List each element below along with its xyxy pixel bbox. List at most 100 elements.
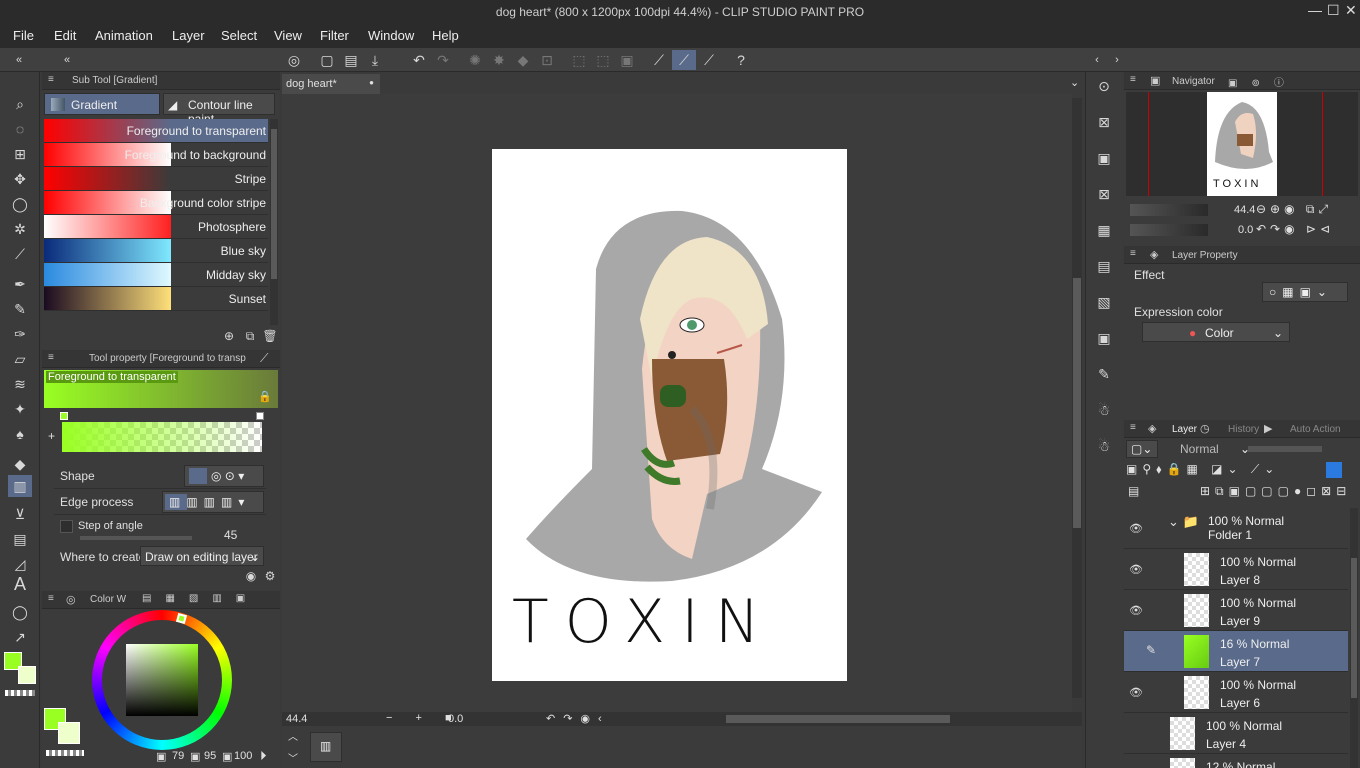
add-stop-icon[interactable]: + — [48, 429, 55, 443]
gradient-item[interactable]: Photosphere — [44, 215, 268, 239]
auto-select-icon[interactable]: ✲ — [11, 221, 29, 237]
layer-row[interactable]: 12 % Normal — [1124, 754, 1348, 768]
clear-selection-icon[interactable]: ✺ — [466, 52, 484, 68]
opacity-slider[interactable] — [1248, 446, 1322, 452]
deselect-icon[interactable]: ⬚ — [594, 52, 612, 68]
gradient-item[interactable]: Foreground to transparent — [44, 119, 268, 143]
navigator-zoom-icons[interactable]: ⊖⊕◉ ⧉⤢ — [1256, 202, 1332, 217]
navigator-preview[interactable]: TOXIN — [1126, 92, 1358, 196]
minimize-icon[interactable]: — — [1308, 2, 1322, 18]
layer-panel-menu-icon[interactable]: ▤ — [1128, 484, 1139, 498]
search-icon[interactable]: ⊙ — [1095, 78, 1113, 94]
color-transparent-swatch[interactable] — [46, 750, 84, 756]
figure-3d-icon[interactable]: ☃ — [1095, 402, 1113, 418]
gradient-editor[interactable] — [62, 422, 262, 452]
figure-tool-icon[interactable]: ⊻ — [11, 506, 29, 522]
transparent-swatch[interactable] — [5, 690, 35, 696]
brush-tool-icon[interactable]: ✑ — [11, 326, 29, 342]
close-panel-icon[interactable]: ⊠ — [1095, 186, 1113, 202]
menu-filter[interactable]: Filter — [320, 28, 349, 43]
menu-window[interactable]: Window — [368, 28, 414, 43]
folder-icon[interactable]: ⌄ 📁 — [1168, 514, 1199, 530]
gradient-item[interactable]: Blue sky — [44, 239, 268, 263]
tab-auto-action[interactable]: Auto Action — [1290, 424, 1341, 435]
blend-drop-icon[interactable]: ♠ — [11, 426, 29, 442]
layer-folder-row[interactable]: 👁 ⌄ 📁 100 % Normal Folder 1 — [1124, 508, 1348, 549]
color-saturation-square[interactable] — [126, 644, 198, 716]
where-to-create-select[interactable]: Draw on editing layer ⌄ — [140, 546, 264, 566]
menu-view[interactable]: View — [274, 28, 302, 43]
menu-file[interactable]: File — [13, 28, 34, 43]
pencil-tool-icon[interactable]: ✎ — [11, 301, 29, 317]
layer-row[interactable]: ✎ 16 % Normal Layer 7 — [1124, 631, 1348, 672]
gradient-list-scrollbar[interactable] — [270, 119, 278, 325]
add-icon[interactable]: ⊕ — [220, 328, 238, 344]
layer-row[interactable]: 👁 100 % Normal Layer 6 — [1124, 672, 1348, 713]
sub-view-icon[interactable]: ▣ — [1095, 150, 1113, 166]
angle-value[interactable]: 0.0 — [448, 713, 463, 725]
eyedropper-icon[interactable]: ⟋ — [11, 246, 29, 262]
frame-border-icon[interactable]: ▤ — [11, 531, 29, 547]
step-of-angle-value[interactable]: 45 — [224, 528, 237, 542]
menu-layer[interactable]: Layer — [172, 28, 205, 43]
invert-selection-icon[interactable]: ▣ — [618, 52, 636, 68]
layer-row[interactable]: 👁 100 % Normal Layer 9 — [1124, 590, 1348, 631]
zoom-slider[interactable] — [1130, 204, 1208, 216]
visibility-eye-icon[interactable]: 👁 — [1129, 686, 1143, 699]
close-icon[interactable]: ✕ — [1345, 2, 1357, 19]
settings-wrench-icon[interactable]: ⚙ — [261, 568, 279, 584]
zoom-value[interactable]: 44.4 — [286, 713, 307, 725]
decoration-tool-icon[interactable]: ✦ — [11, 401, 29, 417]
step-slider[interactable] — [80, 536, 192, 540]
gradient-stop-start[interactable] — [60, 412, 68, 420]
figure-pose-icon[interactable]: ☃ — [1095, 438, 1113, 454]
canvas-page[interactable]: TOXIN — [492, 149, 847, 681]
copy-icon[interactable]: ⧉ — [241, 328, 259, 344]
sub-color-swatch[interactable] — [18, 666, 36, 684]
gradient-item[interactable]: Foreground to background — [44, 143, 268, 167]
item-bank-icon[interactable]: ▤ — [1095, 258, 1113, 274]
visibility-eye-icon[interactable]: 👁 — [1129, 522, 1143, 535]
gradient-item[interactable]: Stripe — [44, 167, 268, 191]
fill-icon[interactable]: ◆ — [514, 52, 532, 68]
navigator-rotate-icons[interactable]: ↶↷◉ ⊳⊲ — [1256, 222, 1334, 236]
edge-process-selector[interactable]: ▥▥▥▥▾ — [162, 491, 264, 513]
step-of-angle-checkbox[interactable] — [60, 520, 73, 533]
transform-icon[interactable]: ⊡ — [538, 52, 556, 68]
ruler-tool-icon[interactable]: ◿ — [11, 556, 29, 572]
layer-color-icon[interactable] — [1326, 462, 1342, 478]
blend-tool-icon[interactable]: ≋ — [11, 376, 29, 392]
timeline-toggle-icon[interactable]: ▥ — [310, 732, 342, 762]
visibility-eye-icon[interactable]: 👁 — [1129, 563, 1143, 576]
layer-search-icon[interactable]: ▣ — [1095, 330, 1113, 346]
document-tab[interactable]: dog heart* ● — [282, 74, 380, 94]
gradient-item[interactable]: Sunset — [44, 287, 268, 311]
hue-marker[interactable] — [175, 612, 188, 625]
shape-selector[interactable]: ◎ ⊙ ▾ — [184, 465, 264, 487]
effect-buttons[interactable]: ○▦▣⌄ — [1262, 282, 1348, 302]
help-icon[interactable]: ? — [732, 52, 750, 68]
color-bg-swatch[interactable] — [58, 722, 80, 744]
select-all-icon[interactable]: ⬚ — [570, 52, 588, 68]
text-tool-icon[interactable]: A — [11, 575, 29, 593]
zoom-tool-icon[interactable]: ⌕ — [11, 96, 29, 112]
layer-create-icons[interactable]: ⊞⧉▣▢▢▢●◻⊠⊟ — [1200, 484, 1351, 499]
pattern-icon[interactable]: ▦ — [1095, 222, 1113, 238]
arrow-right-icon[interactable]: › — [1108, 52, 1126, 68]
fill-tool-icon[interactable]: ◆ — [11, 456, 29, 472]
material-icon[interactable]: ⊠ — [1095, 114, 1113, 130]
rotate-controls[interactable]: ↶↷◉‹ — [546, 712, 610, 725]
new-file-icon[interactable]: ▢ — [318, 52, 336, 68]
snap-ruler-icon[interactable]: ⟋ — [650, 52, 668, 68]
arrow-left-icon[interactable]: ‹ — [1088, 52, 1106, 68]
preset-preview[interactable]: Foreground to transparent 🔒 — [44, 370, 278, 408]
menu-select[interactable]: Select — [221, 28, 257, 43]
layer-lock-icons[interactable]: ▣⚲⬧🔒▦ ◪⌄ ⟋⌄ — [1126, 462, 1279, 477]
correct-line-icon[interactable]: ↗ — [11, 629, 29, 645]
undo-icon[interactable]: ↶ — [410, 52, 428, 68]
tab-gradient[interactable]: Gradient — [44, 93, 160, 115]
balloon-tool-icon[interactable]: ◯ — [11, 604, 29, 620]
maximize-icon[interactable]: ☐ — [1327, 2, 1340, 19]
gradient-tool-icon[interactable]: ▥ — [11, 478, 29, 494]
blend-mode-select[interactable]: Normal ⌄ — [1172, 440, 1256, 458]
